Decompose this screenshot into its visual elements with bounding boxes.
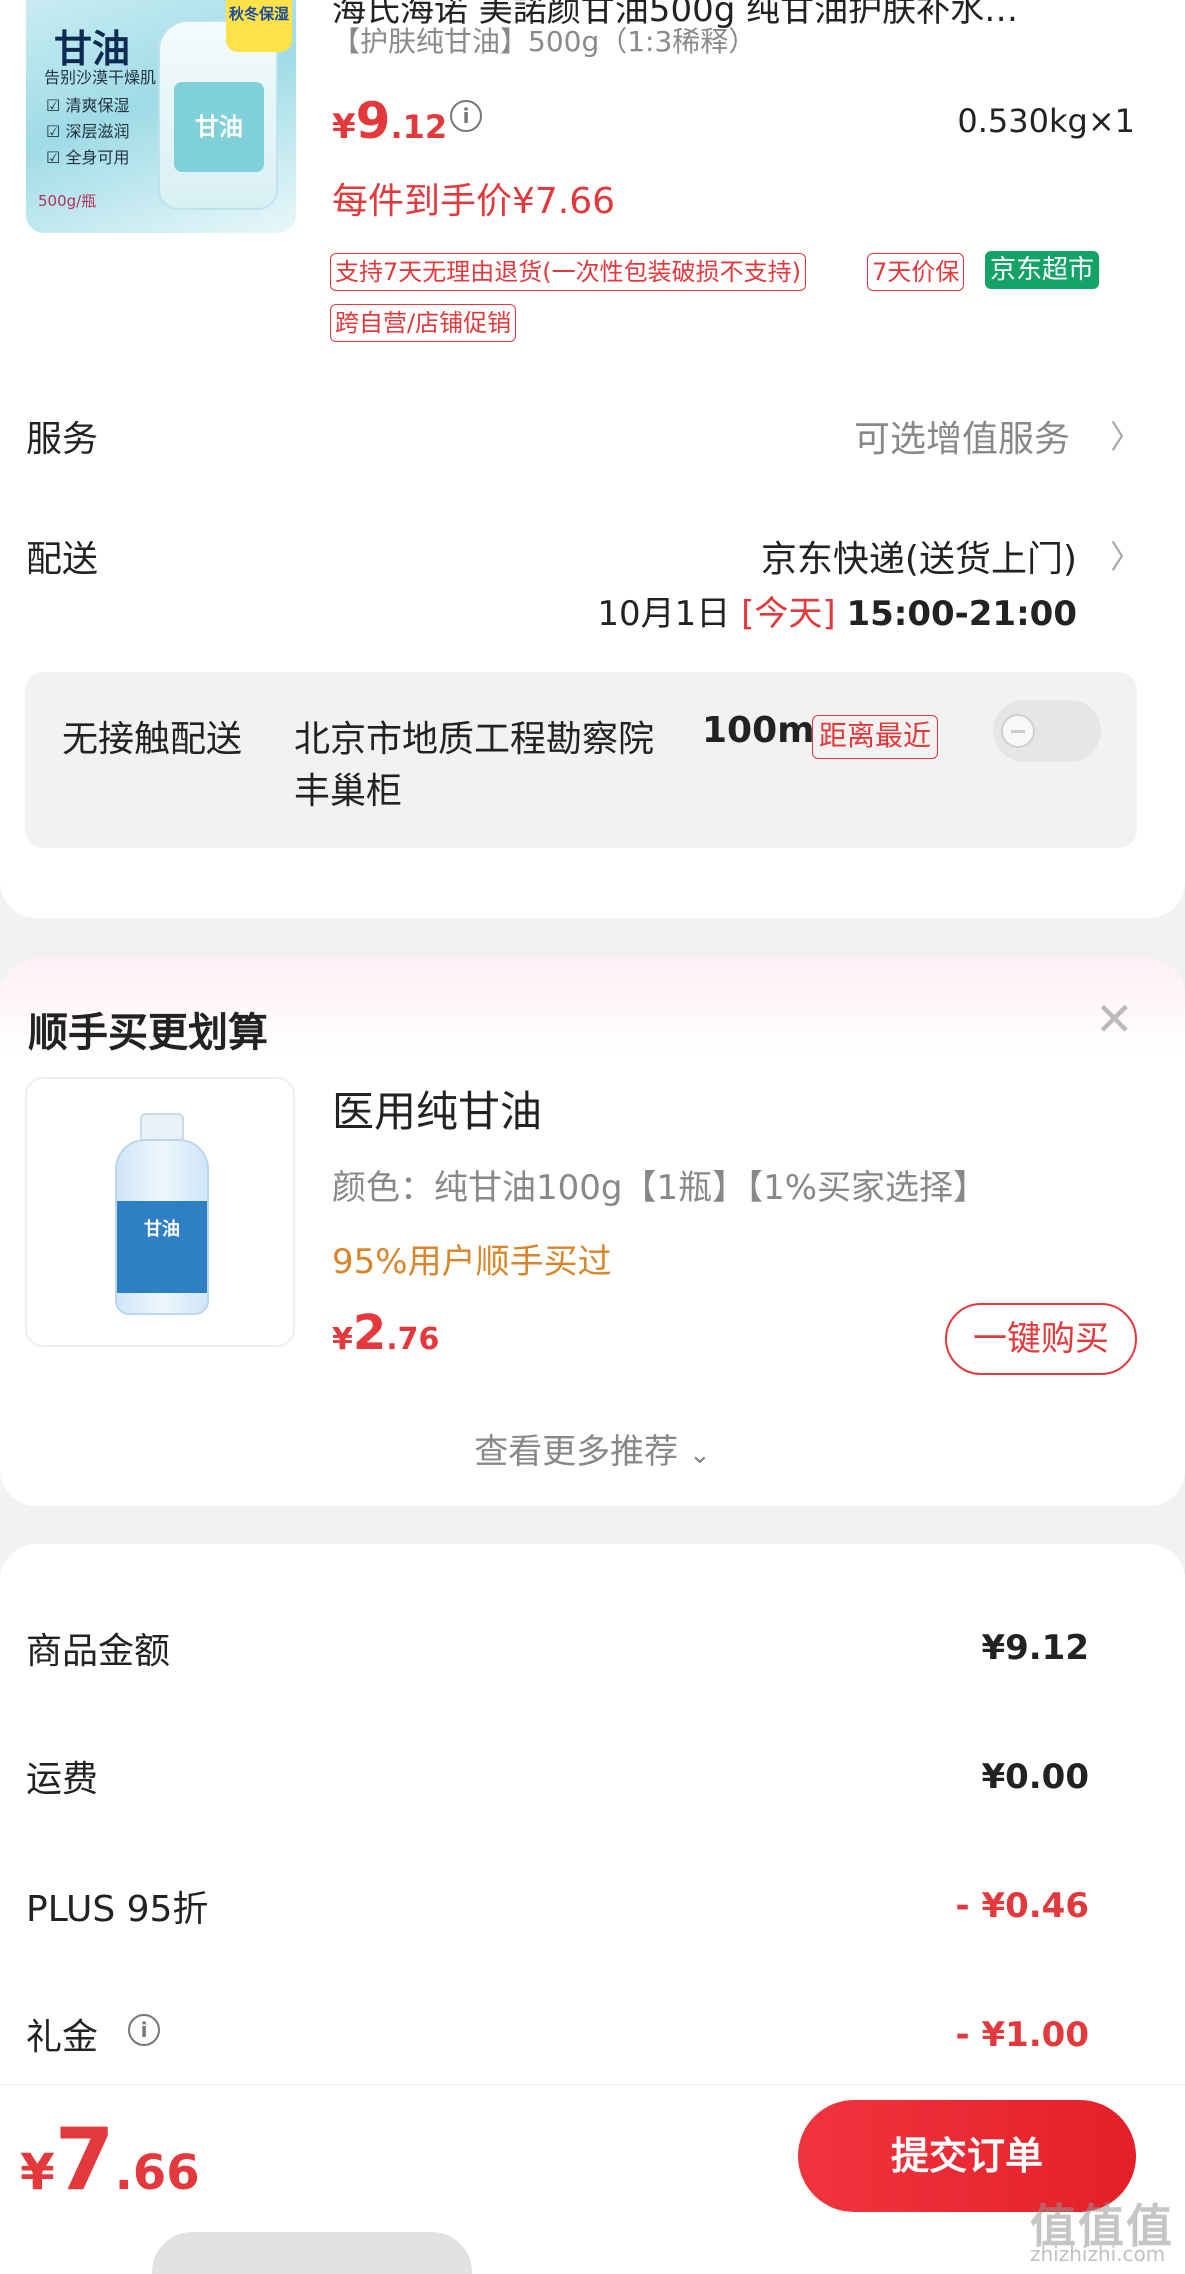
tag-jd-supermarket: 京东超市 — [985, 251, 1100, 289]
bottle-graphic: 甘油 — [115, 1139, 209, 1315]
delivery-today: [今天] — [741, 594, 836, 634]
contactless-distance: 100m — [702, 710, 815, 751]
toggle-knob — [1001, 714, 1035, 748]
summary-plus-value: - ¥0.46 — [955, 1886, 1090, 1926]
service-value[interactable]: 可选增值服务 — [854, 410, 1070, 462]
tag-promotion: 跨自营/店铺促销 — [330, 304, 517, 342]
summary-goods-label: 商品金额 — [26, 1631, 171, 1672]
chevron-down-icon: ⌄ — [689, 1440, 711, 1470]
summary-gift-value: - ¥1.00 — [955, 2015, 1090, 2055]
tag-return-policy: 支持7天无理由退货(一次性包装破损不支持) — [330, 253, 806, 291]
summary-shipping-label: 运费 — [26, 1759, 99, 1800]
product-price: ¥9.12 — [332, 92, 448, 150]
recommend-item-name[interactable]: 医用纯甘油 — [332, 1078, 542, 1139]
contactless-location: 北京市地质工程勘察院 — [294, 719, 655, 760]
one-click-buy-button[interactable]: 一键购买 — [945, 1303, 1137, 1375]
summary-plus-label: PLUS 95折 — [26, 1889, 209, 1930]
thumb-seal: 秋冬保湿 — [226, 0, 292, 52]
service-chevron-icon[interactable]: 〉 — [1110, 412, 1142, 458]
home-indicator[interactable] — [152, 2232, 472, 2274]
recommend-title: 顺手买更划算 — [28, 1010, 268, 1056]
product-weight: 0.530kg×1 — [957, 102, 1135, 140]
gift-info-icon[interactable]: i — [128, 2014, 160, 2046]
close-icon[interactable]: ✕ — [1095, 996, 1134, 1042]
thumb-subtitle: 告别沙漠干燥肌 — [44, 68, 157, 87]
delivery-label: 配送 — [26, 539, 99, 580]
bottle-label: 甘油 — [117, 1201, 207, 1293]
tag-price-protect: 7天价保 — [867, 253, 965, 291]
product-image[interactable]: 甘油 甘油 告别沙漠干燥肌 ☑ 清爽保湿 ☑ 深层滋润 ☑ 全身可用 秋冬保湿 … — [26, 0, 296, 233]
nearest-badge: 距离最近 — [812, 715, 939, 759]
service-label: 服务 — [26, 419, 99, 460]
delivery-chevron-icon[interactable]: 〉 — [1110, 532, 1142, 578]
delivery-method[interactable]: 京东快递(送货上门) — [761, 530, 1077, 582]
thumb-size: 500g/瓶 — [38, 192, 97, 210]
order-summary-card — [0, 1544, 1185, 2084]
summary-shipping-value: ¥0.00 — [981, 1757, 1089, 1797]
recommend-item-hint: 95%用户顺手买过 — [332, 1242, 612, 1282]
bottle-label: 甘油 — [174, 82, 264, 172]
summary-gift-label: 礼金 — [26, 2017, 99, 2058]
recommend-item-spec[interactable]: 颜色：纯甘油100g【1瓶】【1%买家选择】 — [332, 1160, 987, 1209]
contactless-toggle[interactable] — [993, 700, 1101, 762]
delivery-time[interactable]: 10月1日 [今天] 15:00-21:00 — [597, 586, 1077, 635]
recommend-item-price: ¥2.76 — [332, 1305, 440, 1361]
product-spec: 【护肤纯甘油】500g（1:3稀释） — [332, 25, 757, 58]
watermark-url: zhizhizhi.com — [1030, 2242, 1166, 2266]
summary-goods-value: ¥9.12 — [981, 1628, 1089, 1668]
see-more-recommendations[interactable]: 查看更多推荐 ⌄ — [0, 1424, 1185, 1473]
thumb-check-2: ☑ 深层滋润 — [46, 122, 130, 141]
recommend-item-image[interactable]: 甘油 — [25, 1077, 295, 1347]
thumb-check-1: ☑ 清爽保湿 — [46, 96, 130, 115]
contactless-label: 无接触配送 — [62, 719, 243, 760]
thumb-check-3: ☑ 全身可用 — [46, 148, 130, 167]
contactless-location-line2: 丰巢柜 — [294, 771, 403, 812]
order-total: ¥7.66 — [20, 2110, 200, 2210]
landed-price: 每件到手价¥7.66 — [332, 181, 616, 222]
price-info-icon[interactable]: i — [450, 100, 482, 132]
